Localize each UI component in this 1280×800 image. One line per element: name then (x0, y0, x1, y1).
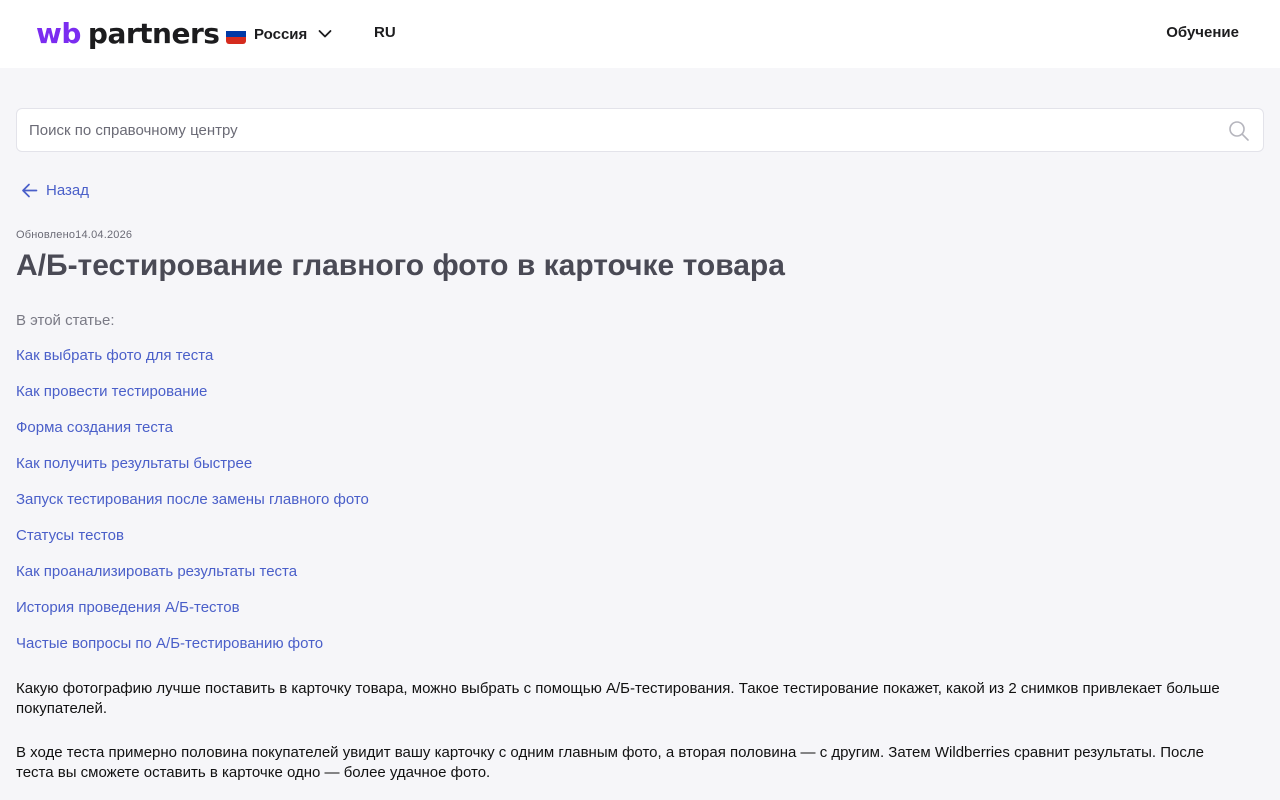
search-icon[interactable] (1228, 120, 1250, 142)
top-header: wb partners Россия RU Обучение (0, 0, 1280, 68)
russia-flag-icon (226, 24, 246, 44)
toc-link-run-test[interactable]: Как провести тестирование (16, 383, 207, 400)
language-switch[interactable]: RU (374, 24, 396, 41)
article-paragraph-how-it-works: В ходе теста примерно половина покупател… (16, 744, 1204, 781)
logo-wb-text: wb (36, 17, 81, 50)
page-title: А/Б-тестирование главного фото в карточк… (16, 249, 785, 282)
chevron-down-icon (318, 30, 332, 38)
wb-partners-logo[interactable]: wb partners (36, 14, 220, 54)
region-selector[interactable]: Россия (226, 22, 332, 46)
updated-date: Обновлено14.04.2026 (16, 229, 132, 241)
arrow-left-icon (22, 183, 38, 197)
toc-link-analyze-results[interactable]: Как проанализировать результаты теста (16, 563, 297, 580)
toc-link-restart-after-replace[interactable]: Запуск тестирования после замены главног… (16, 491, 369, 508)
toc-link-faq[interactable]: Частые вопросы по А/Б-тестированию фото (16, 635, 323, 652)
toc-link-create-form[interactable]: Форма создания теста (16, 419, 173, 436)
region-label: Россия (254, 25, 308, 43)
toc-item: Как выбрать фото для теста (16, 346, 369, 382)
updated-label: Обновлено (16, 229, 76, 241)
updated-value: 14.04.2026 (75, 229, 133, 241)
back-link-label: Назад (46, 181, 89, 199)
logo-partners-text: partners (87, 17, 220, 50)
toc-item: Частые вопросы по А/Б-тестированию фото (16, 634, 369, 670)
toc-item: Форма создания теста (16, 418, 369, 454)
search-bar (16, 108, 1264, 152)
toc-item: Как получить результаты быстрее (16, 454, 369, 490)
toc-item: Как проанализировать результаты теста (16, 562, 369, 598)
table-of-contents: Как выбрать фото для теста Как провести … (16, 346, 369, 670)
toc-item: История проведения А/Б-тестов (16, 598, 369, 634)
toc-link-choose-photo[interactable]: Как выбрать фото для теста (16, 347, 213, 364)
toc-link-test-history[interactable]: История проведения А/Б-тестов (16, 599, 240, 616)
toc-link-test-statuses[interactable]: Статусы тестов (16, 527, 124, 544)
training-link[interactable]: Обучение (1166, 24, 1239, 41)
article-paragraph-intro: Какую фотографию лучше поставить в карто… (16, 680, 1220, 717)
search-input[interactable] (17, 109, 1263, 151)
toc-item: Запуск тестирования после замены главног… (16, 490, 369, 526)
back-link[interactable]: Назад (21, 180, 89, 200)
toc-heading: В этой статье: (16, 312, 115, 329)
toc-item: Статусы тестов (16, 526, 369, 562)
toc-link-faster-results[interactable]: Как получить результаты быстрее (16, 455, 252, 472)
toc-item: Как провести тестирование (16, 382, 369, 418)
